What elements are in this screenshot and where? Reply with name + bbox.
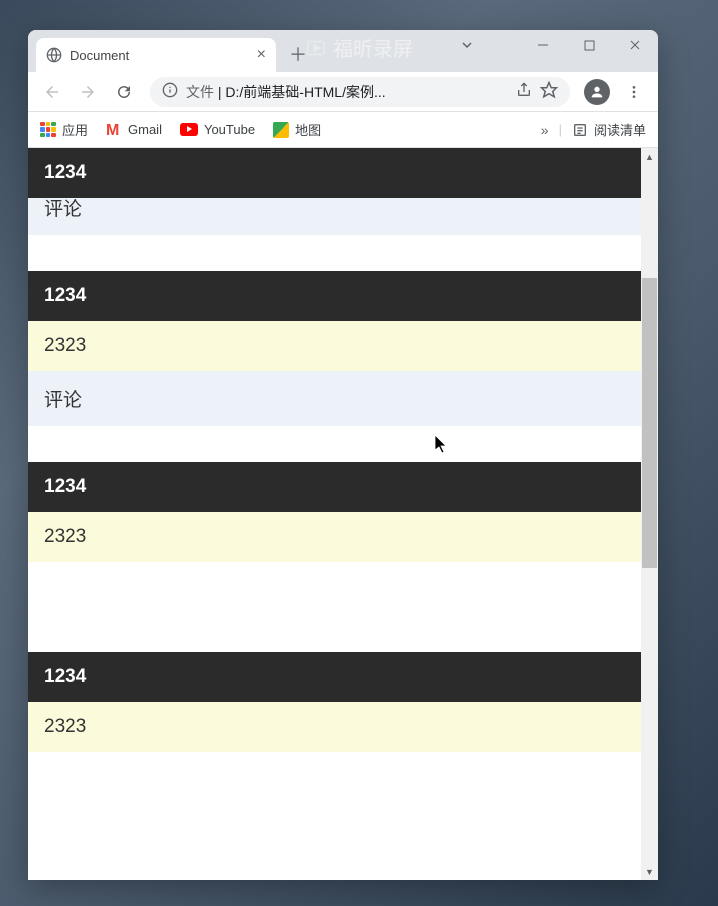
bookmark-reading-list[interactable]: 阅读清单: [572, 120, 646, 139]
titlebar: Document × ＋: [28, 30, 658, 72]
item-footer: 评论: [28, 371, 641, 426]
reload-button[interactable]: [108, 76, 140, 108]
star-icon[interactable]: [540, 81, 558, 102]
page-content: 1234 评论 1234 2323 评论 1234 2323 1234 2323: [28, 148, 641, 880]
share-icon[interactable]: [516, 82, 532, 101]
tab-dropdown-icon[interactable]: [461, 38, 473, 54]
cursor-icon: [435, 435, 449, 455]
bookmark-apps[interactable]: 应用: [40, 120, 88, 139]
maximize-button[interactable]: [566, 30, 612, 60]
item-header: 1234: [28, 271, 641, 321]
list-item: 1234 2323: [28, 652, 641, 752]
bookmarks-bar: 应用 Gmail YouTube 地图 » | 阅读清单: [28, 112, 658, 148]
bookmark-youtube[interactable]: YouTube: [180, 122, 255, 137]
item-header: 1234: [28, 652, 641, 702]
back-button[interactable]: [36, 76, 68, 108]
item-body: 2323: [28, 702, 641, 752]
content-area: 1234 评论 1234 2323 评论 1234 2323 1234 2323: [28, 148, 658, 880]
list-item: 1234 2323: [28, 462, 641, 562]
info-icon: [162, 82, 178, 101]
list-item: 1234: [28, 148, 641, 180]
bookmarks-overflow[interactable]: »: [541, 122, 549, 138]
list-item: 1234 2323 评论: [28, 271, 641, 426]
browser-tab[interactable]: Document ×: [36, 38, 276, 72]
address-bar[interactable]: 文件 | D:/前端基础-HTML/案例...: [150, 77, 570, 107]
apps-grid-icon: [40, 122, 56, 138]
list-icon: [572, 122, 588, 138]
vertical-scrollbar[interactable]: ▲ ▼: [641, 148, 658, 880]
close-tab-button[interactable]: ×: [257, 46, 266, 64]
gmail-icon: [106, 122, 122, 138]
item-body: 2323: [28, 512, 641, 562]
maps-icon: [273, 122, 289, 138]
item-body: 2323: [28, 321, 641, 371]
close-window-button[interactable]: [612, 30, 658, 60]
address-text: 文件 | D:/前端基础-HTML/案例...: [186, 82, 508, 102]
scroll-down-button[interactable]: ▼: [641, 863, 658, 880]
profile-avatar[interactable]: [584, 79, 610, 105]
bookmark-maps[interactable]: 地图: [273, 120, 321, 139]
new-tab-button[interactable]: ＋: [284, 40, 312, 68]
item-header: 1234: [28, 148, 641, 198]
window-controls: [520, 30, 658, 60]
tab-title: Document: [70, 48, 129, 63]
menu-button[interactable]: [618, 76, 650, 108]
youtube-icon: [180, 123, 198, 136]
globe-icon: [46, 47, 62, 63]
forward-button[interactable]: [72, 76, 104, 108]
browser-window: Document × ＋ 文件 | D:/前端基础-HTML/案例...: [28, 30, 658, 880]
scrollbar-thumb[interactable]: [642, 278, 657, 568]
scroll-up-button[interactable]: ▲: [641, 148, 658, 165]
minimize-button[interactable]: [520, 30, 566, 60]
toolbar: 文件 | D:/前端基础-HTML/案例...: [28, 72, 658, 112]
item-header: 1234: [28, 462, 641, 512]
bookmark-gmail[interactable]: Gmail: [106, 122, 162, 138]
